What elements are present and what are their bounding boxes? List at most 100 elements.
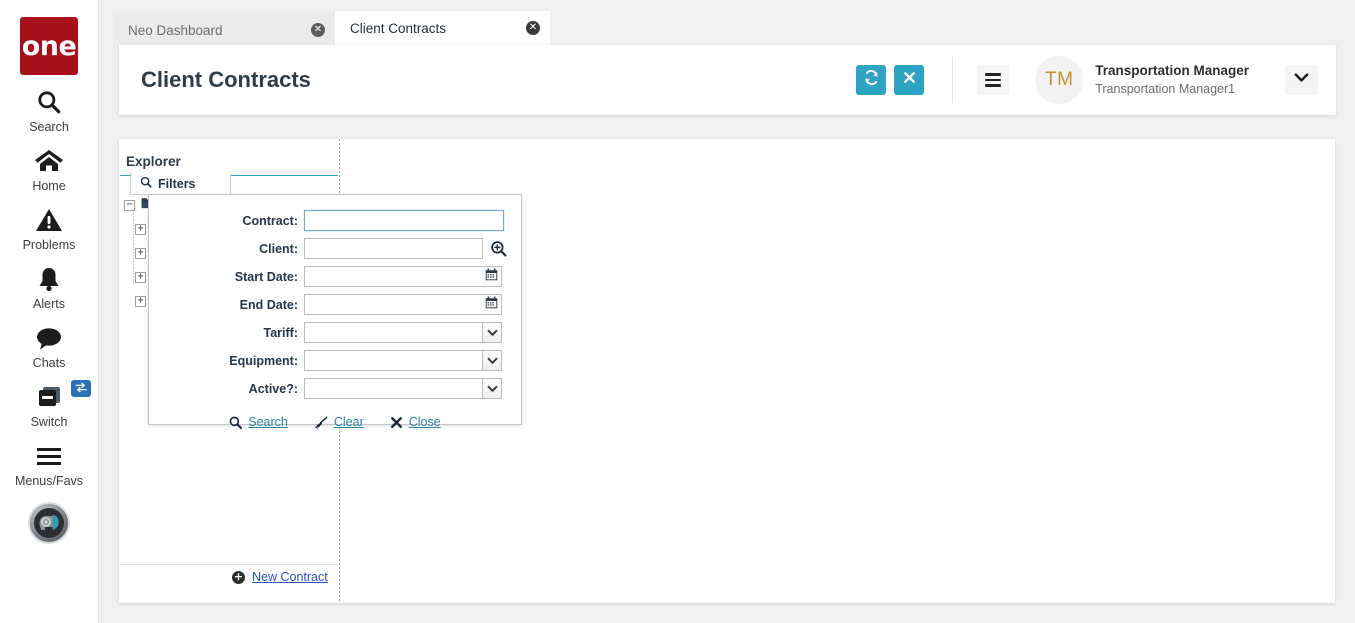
chevron-down-icon <box>487 380 498 398</box>
user-info: Transportation Manager Transportation Ma… <box>1095 62 1249 97</box>
rail-item-alerts[interactable]: Alerts <box>0 264 99 311</box>
clear-button[interactable]: Clear <box>314 415 364 429</box>
explorer-title: Explorer <box>120 148 338 176</box>
calendar-icon <box>485 296 498 314</box>
search-icon <box>140 176 152 191</box>
start-date-input[interactable] <box>304 266 482 287</box>
switch-cards-icon <box>34 382 64 412</box>
header-menu-button[interactable] <box>977 65 1010 95</box>
warning-triangle-icon <box>35 205 63 235</box>
chevron-down-icon <box>487 352 498 370</box>
search-button[interactable]: Search <box>229 415 288 429</box>
field-row-start-date: Start Date: <box>149 264 521 289</box>
tab-filters[interactable]: Filters <box>130 173 231 195</box>
chevron-down-icon <box>487 324 498 342</box>
bell-icon <box>36 264 62 294</box>
dialog-actions: Search Clear Close <box>149 415 521 429</box>
close-button[interactable]: Close <box>390 415 441 429</box>
field-row-tariff: Tariff: <box>149 320 521 345</box>
search-button-label: Search <box>248 415 288 429</box>
close-x-icon <box>390 416 403 429</box>
rail-label-problems: Problems <box>22 238 76 252</box>
avatar[interactable]: TM <box>1035 56 1084 104</box>
end-date-field <box>304 294 502 315</box>
tab-filters-label: Filters <box>158 176 196 191</box>
tree-expand-toggle[interactable]: + <box>135 295 146 307</box>
field-label-start-date: Start Date: <box>234 269 298 284</box>
active-select-value <box>304 378 482 399</box>
equipment-select-toggle[interactable] <box>482 350 502 371</box>
close-page-button[interactable] <box>894 65 925 95</box>
field-row-active: Active?: <box>149 376 521 401</box>
field-label-end-date: End Date: <box>239 297 298 312</box>
field-label-contract: Contract: <box>242 213 298 228</box>
user-name: Transportation Manager <box>1095 63 1249 79</box>
clear-button-label: Clear <box>333 415 364 429</box>
rail-label-switch: Switch <box>30 415 68 429</box>
contract-input[interactable] <box>304 210 504 231</box>
equipment-select[interactable] <box>304 350 502 371</box>
start-date-field <box>304 266 502 287</box>
rail-item-problems[interactable]: Problems <box>0 205 99 252</box>
close-circle-icon[interactable]: ✕ <box>311 23 325 37</box>
tab-neo-dashboard[interactable]: Neo Dashboard ✕ <box>113 12 335 48</box>
active-select-toggle[interactable] <box>482 378 502 399</box>
filters-dialog: Contract: Client: Start Date: End Date: … <box>148 194 522 429</box>
header-divider <box>952 57 954 103</box>
tree-collapse-toggle[interactable]: − <box>124 199 135 211</box>
tree-expand-toggle[interactable]: + <box>135 247 146 259</box>
rail-item-home[interactable]: Home <box>0 146 99 193</box>
rail-label-search: Search <box>29 120 69 134</box>
new-contract-link[interactable]: + New Contract <box>232 570 328 584</box>
user-role: Transportation Manager1 <box>1095 81 1236 96</box>
rail-label-alerts: Alerts <box>33 297 65 311</box>
search-icon <box>229 416 243 429</box>
equipment-select-value <box>304 350 482 371</box>
field-label-active: Active?: <box>248 381 298 396</box>
field-row-client: Client: <box>149 236 521 261</box>
tab-label: Neo Dashboard <box>128 22 223 38</box>
end-date-calendar-button[interactable] <box>482 294 502 315</box>
content-card: Explorer Filters − + + + + + New Contrac… <box>119 139 1335 603</box>
close-circle-icon[interactable]: ✕ <box>526 21 540 35</box>
user-menu-button[interactable] <box>1285 65 1318 95</box>
rail-item-switch[interactable]: Switch <box>0 380 99 429</box>
switch-badge[interactable] <box>70 380 91 397</box>
tariff-select-toggle[interactable] <box>482 322 502 343</box>
tree-expand-toggle[interactable]: + <box>135 271 146 283</box>
left-panel-footer-divider <box>120 564 338 565</box>
brand-logo[interactable]: one <box>20 17 78 75</box>
assistant-avatar-icon[interactable] <box>28 502 70 544</box>
rail-item-chats[interactable]: Chats <box>0 323 99 370</box>
client-input[interactable] <box>304 238 483 259</box>
eraser-icon <box>314 416 328 429</box>
chat-bubble-icon <box>35 323 63 353</box>
page-title: Client Contracts <box>141 67 311 92</box>
field-label-tariff: Tariff: <box>263 325 299 340</box>
rail-item-search[interactable]: Search <box>0 87 99 134</box>
active-select[interactable] <box>304 378 502 399</box>
field-label-client: Client: <box>259 241 298 256</box>
tree-expand-toggle[interactable]: + <box>135 223 146 235</box>
plus-circle-icon: + <box>232 569 245 584</box>
rail-item-menus-favs[interactable]: Menus/Favs <box>0 441 99 488</box>
new-contract-label: New Contract <box>252 570 328 584</box>
close-x-icon <box>902 70 917 90</box>
start-date-calendar-button[interactable] <box>482 266 502 287</box>
chevron-down-icon <box>1293 71 1310 89</box>
search-plus-icon[interactable] <box>489 240 507 258</box>
rail-label-menus-favs: Menus/Favs <box>14 474 84 488</box>
app-root: one Search Home Problems Alerts Chats Sw… <box>0 0 1355 623</box>
left-navigation-rail: one Search Home Problems Alerts Chats Sw… <box>0 0 99 623</box>
end-date-input[interactable] <box>304 294 482 315</box>
tariff-select[interactable] <box>304 322 502 343</box>
hamburger-icon <box>985 73 1002 76</box>
tab-label: Client Contracts <box>350 20 447 36</box>
refresh-button[interactable] <box>856 65 887 95</box>
field-row-contract: Contract: <box>149 208 521 233</box>
tab-client-contracts[interactable]: Client Contracts ✕ <box>335 11 550 48</box>
search-icon <box>36 87 62 117</box>
tab-strip: Neo Dashboard ✕ Client Contracts ✕ <box>113 11 550 48</box>
page-header: Client Contracts TM Transportation Manag… <box>119 45 1336 115</box>
refresh-icon <box>863 69 880 91</box>
